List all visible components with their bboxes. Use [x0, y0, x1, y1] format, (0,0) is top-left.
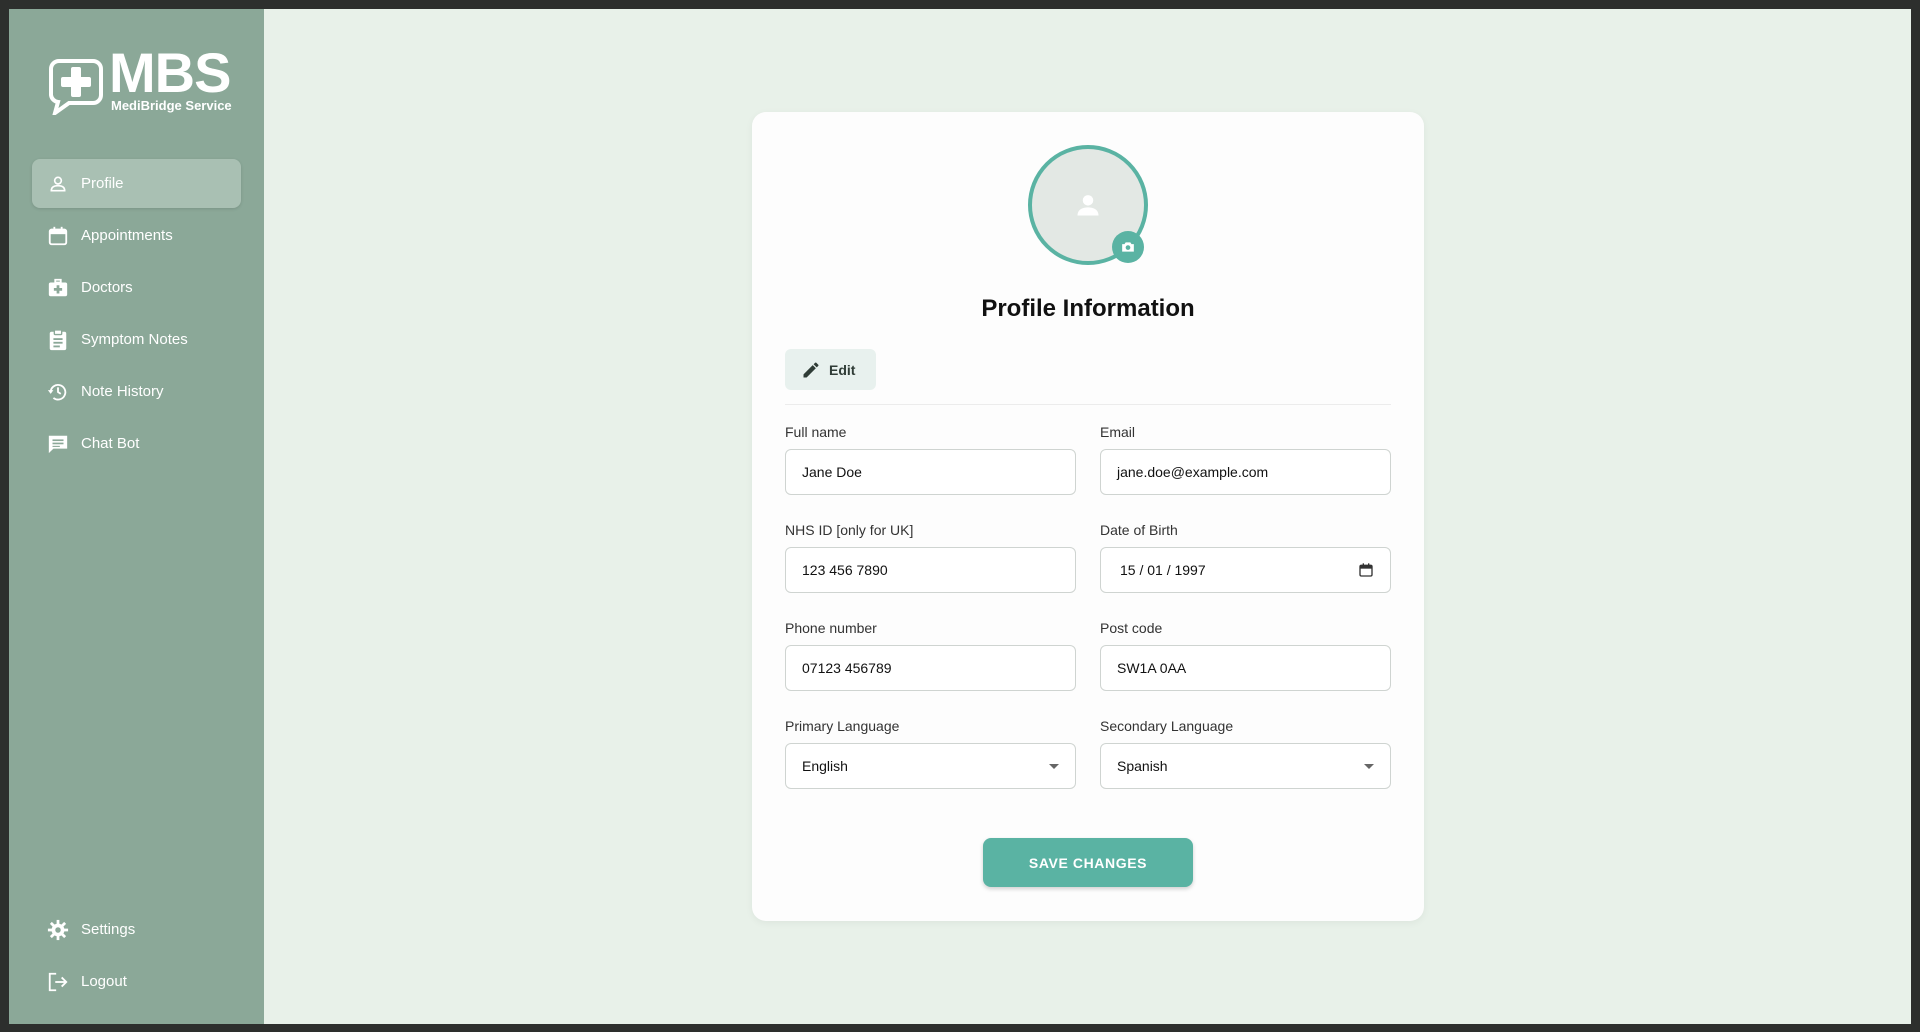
sidebar-item-label: Chat Bot	[81, 435, 140, 452]
full-name-field[interactable]: Jane Doe	[785, 449, 1076, 495]
dob-group: Date of Birth 15 / 01 / 1997	[1100, 520, 1391, 593]
logo[interactable]: MBS MediBridge Service	[49, 45, 234, 121]
clipboard-icon	[46, 328, 70, 352]
person-icon	[46, 172, 70, 196]
full-name-label: Full name	[785, 424, 847, 440]
email-label: Email	[1100, 424, 1136, 440]
email-field[interactable]: jane.doe@example.com	[1100, 449, 1391, 495]
secondary-language-label: Secondary Language	[1100, 718, 1234, 734]
pencil-icon	[803, 361, 819, 377]
postcode-group: Post code SW1A 0AA	[1100, 618, 1391, 691]
full-name-value: Jane Doe	[802, 464, 862, 480]
person-icon	[1077, 195, 1099, 216]
primary-language-group: Primary Language English	[785, 716, 1076, 789]
profile-card: Profile Information Edit Full name Jane …	[752, 112, 1424, 921]
chevron-down-icon	[1049, 763, 1059, 769]
avatar[interactable]	[1028, 145, 1148, 265]
sidebar-item-label: Note History	[81, 383, 164, 400]
secondary-language-select[interactable]: Spanish	[1100, 743, 1391, 789]
main-content: Profile Information Edit Full name Jane …	[264, 9, 1911, 1024]
divider	[785, 404, 1391, 405]
logo-text: MBS	[109, 41, 231, 104]
chevron-down-icon	[1364, 763, 1374, 769]
sidebar: MBS MediBridge Service Profile Appointme…	[9, 9, 264, 1024]
secondary-language-group: Secondary Language Spanish	[1100, 716, 1391, 789]
sidebar-item-note-history[interactable]: Note History	[32, 367, 241, 416]
primary-language-label: Primary Language	[785, 718, 900, 734]
primary-language-select[interactable]: English	[785, 743, 1076, 789]
sidebar-item-chat-bot[interactable]: Chat Bot	[32, 419, 241, 468]
dob-label: Date of Birth	[1100, 522, 1178, 538]
sidebar-item-profile[interactable]: Profile	[32, 159, 241, 208]
sidebar-item-settings[interactable]: Settings	[32, 905, 241, 954]
postcode-label: Post code	[1100, 620, 1163, 636]
logo-subtext: MediBridge Service	[111, 98, 232, 113]
email-group: Email jane.doe@example.com	[1100, 422, 1391, 495]
postcode-field[interactable]: SW1A 0AA	[1100, 645, 1391, 691]
secondary-language-value: Spanish	[1117, 758, 1168, 774]
sidebar-item-label: Doctors	[81, 279, 133, 296]
postcode-value: SW1A 0AA	[1117, 660, 1187, 676]
sidebar-nav: Profile Appointments Doctors Symptom Not…	[32, 159, 241, 471]
history-icon	[46, 380, 70, 404]
gear-icon	[46, 918, 70, 942]
save-changes-button[interactable]: SAVE CHANGES	[983, 838, 1193, 887]
phone-label: Phone number	[785, 620, 877, 636]
dob-field[interactable]: 15 / 01 / 1997	[1100, 547, 1391, 593]
logout-icon	[46, 970, 70, 994]
sidebar-item-doctors[interactable]: Doctors	[32, 263, 241, 312]
sidebar-bottom-nav: Settings Logout	[32, 905, 241, 1009]
nhs-id-label: NHS ID [only for UK]	[785, 522, 914, 538]
sidebar-item-logout[interactable]: Logout	[32, 957, 241, 1006]
primary-language-value: English	[802, 758, 848, 774]
app-window: MBS MediBridge Service Profile Appointme…	[9, 9, 1911, 1024]
sidebar-item-label: Symptom Notes	[81, 331, 188, 348]
sidebar-item-label: Logout	[81, 973, 127, 990]
nhs-id-group: NHS ID [only for UK] 123 456 7890	[785, 520, 1076, 593]
medical-bag-icon	[46, 276, 70, 300]
sidebar-item-label: Settings	[81, 921, 136, 938]
edit-button[interactable]: Edit	[785, 349, 876, 390]
calendar-icon	[46, 224, 70, 248]
dob-value: 15 / 01 / 1997	[1120, 562, 1206, 578]
phone-group: Phone number 07123 456789	[785, 618, 1076, 691]
nhs-id-value: 123 456 7890	[802, 562, 888, 578]
sidebar-item-appointments[interactable]: Appointments	[32, 211, 241, 260]
medical-chat-logo-icon	[49, 59, 103, 115]
edit-button-label: Edit	[829, 361, 856, 378]
sidebar-item-label: Profile	[81, 175, 124, 192]
sidebar-item-label: Appointments	[81, 227, 173, 244]
sidebar-item-symptom-notes[interactable]: Symptom Notes	[32, 315, 241, 364]
page-title: Profile Information	[981, 295, 1195, 322]
nhs-id-field[interactable]: 123 456 7890	[785, 547, 1076, 593]
phone-field[interactable]: 07123 456789	[785, 645, 1076, 691]
chat-icon	[46, 432, 70, 456]
full-name-group: Full name Jane Doe	[785, 422, 1076, 495]
calendar-icon[interactable]	[1358, 562, 1374, 578]
email-value: jane.doe@example.com	[1117, 464, 1269, 480]
phone-value: 07123 456789	[802, 660, 892, 676]
camera-icon[interactable]	[1112, 231, 1144, 263]
